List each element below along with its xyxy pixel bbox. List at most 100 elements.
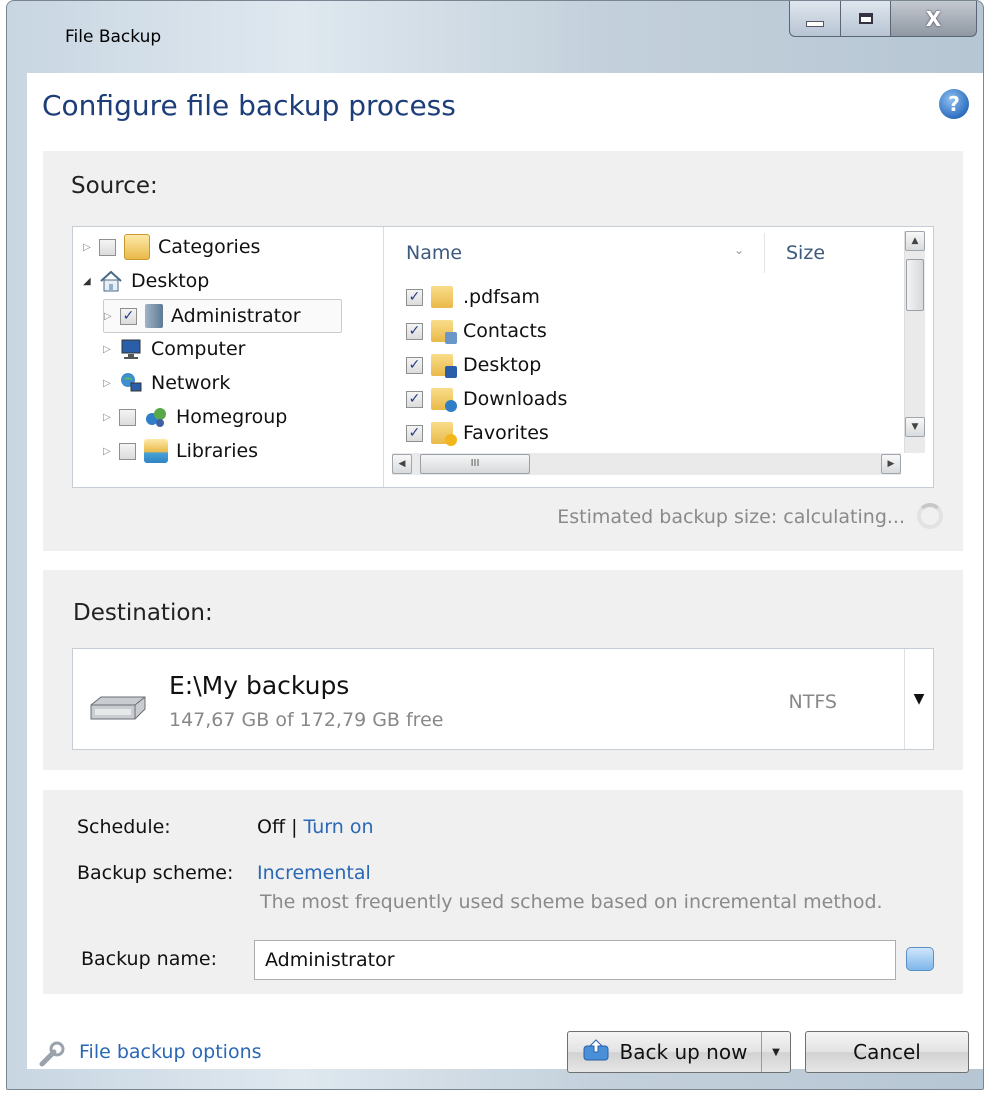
dialog-footer: File backup options Back up now ▼ Cancel bbox=[27, 1009, 983, 1073]
backup-dropdown-icon[interactable]: ▼ bbox=[761, 1032, 790, 1072]
user-folder-icon bbox=[145, 304, 163, 328]
turn-on-link[interactable]: Turn on bbox=[304, 816, 374, 838]
title-bar[interactable]: File Backup X bbox=[7, 1, 983, 73]
checkbox[interactable]: ✓ bbox=[406, 288, 423, 306]
estimated-size-text: Estimated backup size: calculating... bbox=[557, 506, 905, 528]
homegroup-icon bbox=[144, 405, 168, 429]
window-title: File Backup bbox=[65, 27, 162, 47]
list-item[interactable]: ✓ Desktop bbox=[406, 349, 541, 381]
folder-tree: ▷ Categories ◢ Desktop ▷ ✓ Administrator… bbox=[73, 227, 384, 487]
scroll-up-icon[interactable]: ▲ bbox=[905, 231, 925, 251]
checkbox[interactable]: ✓ bbox=[406, 356, 423, 374]
back-up-now-main[interactable]: Back up now bbox=[568, 1032, 761, 1072]
help-icon[interactable]: ? bbox=[939, 89, 969, 119]
list-item[interactable]: ✓ .pdfsam bbox=[406, 281, 540, 313]
backup-scheme-description: The most frequently used scheme based on… bbox=[260, 891, 883, 913]
expand-arrow-icon[interactable]: ▷ bbox=[104, 311, 116, 322]
minimize-icon bbox=[806, 20, 824, 27]
dropdown-arrow-icon[interactable]: ▼ bbox=[904, 649, 933, 749]
destination-panel: Destination: E:\My backups 147,67 GB of … bbox=[43, 570, 963, 770]
list-item[interactable]: ✓ Contacts bbox=[406, 315, 547, 347]
file-backup-options-link[interactable]: File backup options bbox=[79, 1041, 262, 1063]
network-icon bbox=[119, 371, 143, 395]
desktop-folder-icon bbox=[431, 354, 457, 378]
tree-item-homegroup[interactable]: ▷ Homegroup bbox=[103, 401, 287, 433]
expand-arrow-icon[interactable]: ▷ bbox=[103, 446, 115, 457]
backup-icon bbox=[583, 1039, 609, 1061]
tree-item-label: Desktop bbox=[131, 270, 210, 292]
tree-item-label: Computer bbox=[151, 338, 246, 360]
libraries-icon bbox=[144, 439, 168, 463]
backup-name-input[interactable] bbox=[254, 940, 896, 980]
computer-icon bbox=[119, 337, 143, 361]
file-backup-window: File Backup X Configure file backup proc… bbox=[6, 0, 984, 1090]
column-header-name[interactable]: Name bbox=[406, 227, 462, 279]
checkbox[interactable] bbox=[119, 442, 136, 460]
comment-icon[interactable] bbox=[906, 947, 934, 971]
contacts-folder-icon bbox=[431, 320, 457, 344]
sort-arrow-icon: ⌄ bbox=[734, 243, 745, 257]
scroll-right-icon[interactable]: ▶ bbox=[881, 454, 901, 474]
destination-selector[interactable]: E:\My backups 147,67 GB of 172,79 GB fre… bbox=[72, 648, 934, 750]
tree-item-categories[interactable]: ▷ Categories bbox=[83, 231, 260, 263]
tree-item-label: Homegroup bbox=[176, 406, 288, 428]
vertical-scrollbar[interactable]: ▲ ▼ bbox=[904, 231, 925, 453]
horizontal-scrollbar[interactable]: ◀ III ▶ bbox=[392, 453, 901, 475]
close-button[interactable]: X bbox=[891, 1, 977, 37]
folder-icon bbox=[431, 286, 453, 308]
backup-scheme-link[interactable]: Incremental bbox=[257, 862, 371, 884]
scroll-thumb[interactable]: III bbox=[420, 454, 530, 474]
checkbox[interactable]: ✓ bbox=[406, 390, 423, 408]
list-item-label: Downloads bbox=[463, 388, 568, 410]
free-space-text: 147,67 GB of 172,79 GB free bbox=[169, 709, 444, 731]
tree-item-network[interactable]: ▷ Network bbox=[103, 367, 230, 399]
expand-arrow-icon[interactable]: ▷ bbox=[83, 242, 95, 253]
tree-item-computer[interactable]: ▷ Computer bbox=[103, 333, 245, 365]
expand-arrow-icon[interactable]: ▷ bbox=[103, 344, 115, 355]
tree-item-desktop[interactable]: ◢ Desktop bbox=[83, 265, 209, 297]
scroll-thumb[interactable] bbox=[906, 259, 924, 311]
source-label: Source: bbox=[71, 173, 158, 199]
downloads-folder-icon bbox=[431, 388, 457, 412]
tree-item-label: Administrator bbox=[171, 305, 301, 327]
list-item-label: Contacts bbox=[463, 320, 547, 342]
loading-spinner-icon bbox=[917, 503, 943, 529]
checkbox[interactable] bbox=[99, 238, 116, 256]
collapse-arrow-icon[interactable]: ◢ bbox=[83, 276, 95, 287]
wrench-icon bbox=[39, 1041, 65, 1067]
minimize-button[interactable] bbox=[789, 1, 841, 37]
checkbox[interactable]: ✓ bbox=[406, 322, 423, 340]
tree-item-libraries[interactable]: ▷ Libraries bbox=[103, 435, 258, 467]
filesystem-label: NTFS bbox=[788, 691, 837, 713]
tree-item-label: Categories bbox=[158, 236, 261, 258]
list-item-label: Favorites bbox=[463, 422, 549, 444]
scroll-left-icon[interactable]: ◀ bbox=[392, 454, 412, 474]
tree-item-label: Libraries bbox=[176, 440, 259, 462]
source-panel: Source: ▷ Categories ◢ Desktop ▷ ✓ Admin… bbox=[43, 151, 963, 551]
destination-label: Destination: bbox=[73, 600, 213, 626]
list-item[interactable]: ✓ Downloads bbox=[406, 383, 567, 415]
column-separator bbox=[764, 233, 765, 273]
back-up-now-button[interactable]: Back up now ▼ bbox=[567, 1031, 791, 1073]
expand-arrow-icon[interactable]: ▷ bbox=[103, 378, 115, 389]
cancel-button[interactable]: Cancel bbox=[805, 1031, 969, 1073]
settings-panel: Schedule: Off | Turn on Backup scheme: I… bbox=[43, 790, 963, 994]
expand-arrow-icon[interactable]: ▷ bbox=[103, 412, 115, 423]
window-controls: X bbox=[789, 1, 977, 37]
checkbox[interactable]: ✓ bbox=[120, 307, 137, 325]
back-up-now-label: Back up now bbox=[619, 1040, 748, 1064]
checkbox[interactable] bbox=[119, 408, 136, 426]
list-item-label: .pdfsam bbox=[463, 286, 540, 308]
page-title: Configure file backup process bbox=[42, 89, 456, 122]
tree-item-administrator[interactable]: ▷ ✓ Administrator bbox=[103, 299, 342, 333]
categories-icon bbox=[124, 234, 150, 260]
backup-scheme-label: Backup scheme: bbox=[77, 862, 234, 884]
schedule-label: Schedule: bbox=[77, 816, 171, 838]
schedule-value: Off | Turn on bbox=[257, 816, 374, 838]
tree-item-label: Network bbox=[151, 372, 231, 394]
checkbox[interactable]: ✓ bbox=[406, 424, 423, 442]
maximize-button[interactable] bbox=[841, 1, 891, 37]
scroll-down-icon[interactable]: ▼ bbox=[905, 417, 925, 437]
column-header-size[interactable]: Size bbox=[786, 227, 825, 279]
list-item[interactable]: ✓ Favorites bbox=[406, 417, 549, 449]
